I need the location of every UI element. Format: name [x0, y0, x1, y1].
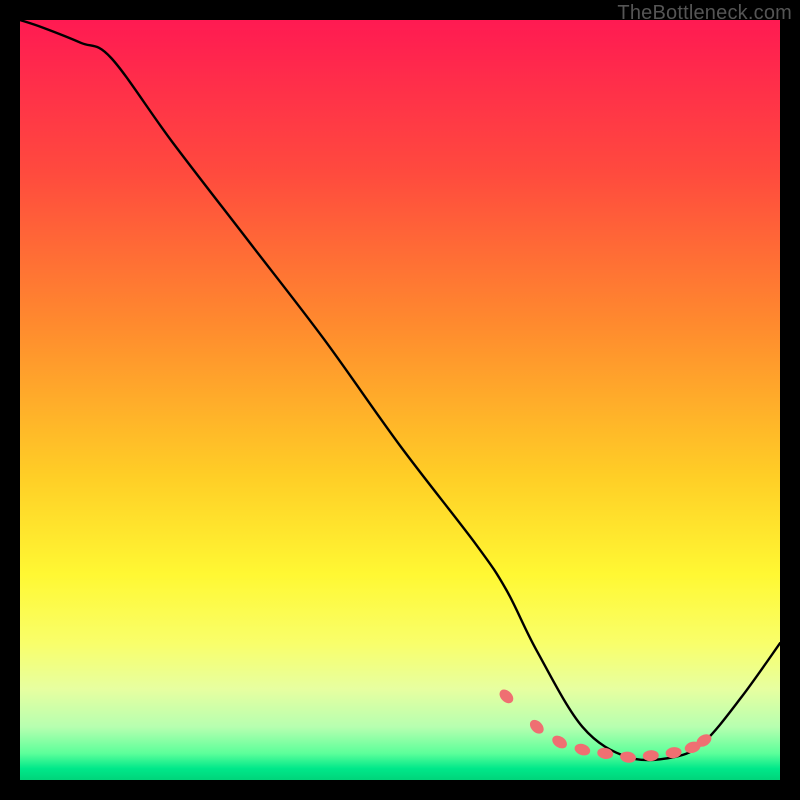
figure-container: TheBottleneck.com: [0, 0, 800, 800]
gradient-rect: [20, 20, 780, 780]
chart-svg: [20, 20, 780, 780]
watermark-text: TheBottleneck.com: [617, 2, 792, 25]
plot-frame: [20, 20, 780, 780]
